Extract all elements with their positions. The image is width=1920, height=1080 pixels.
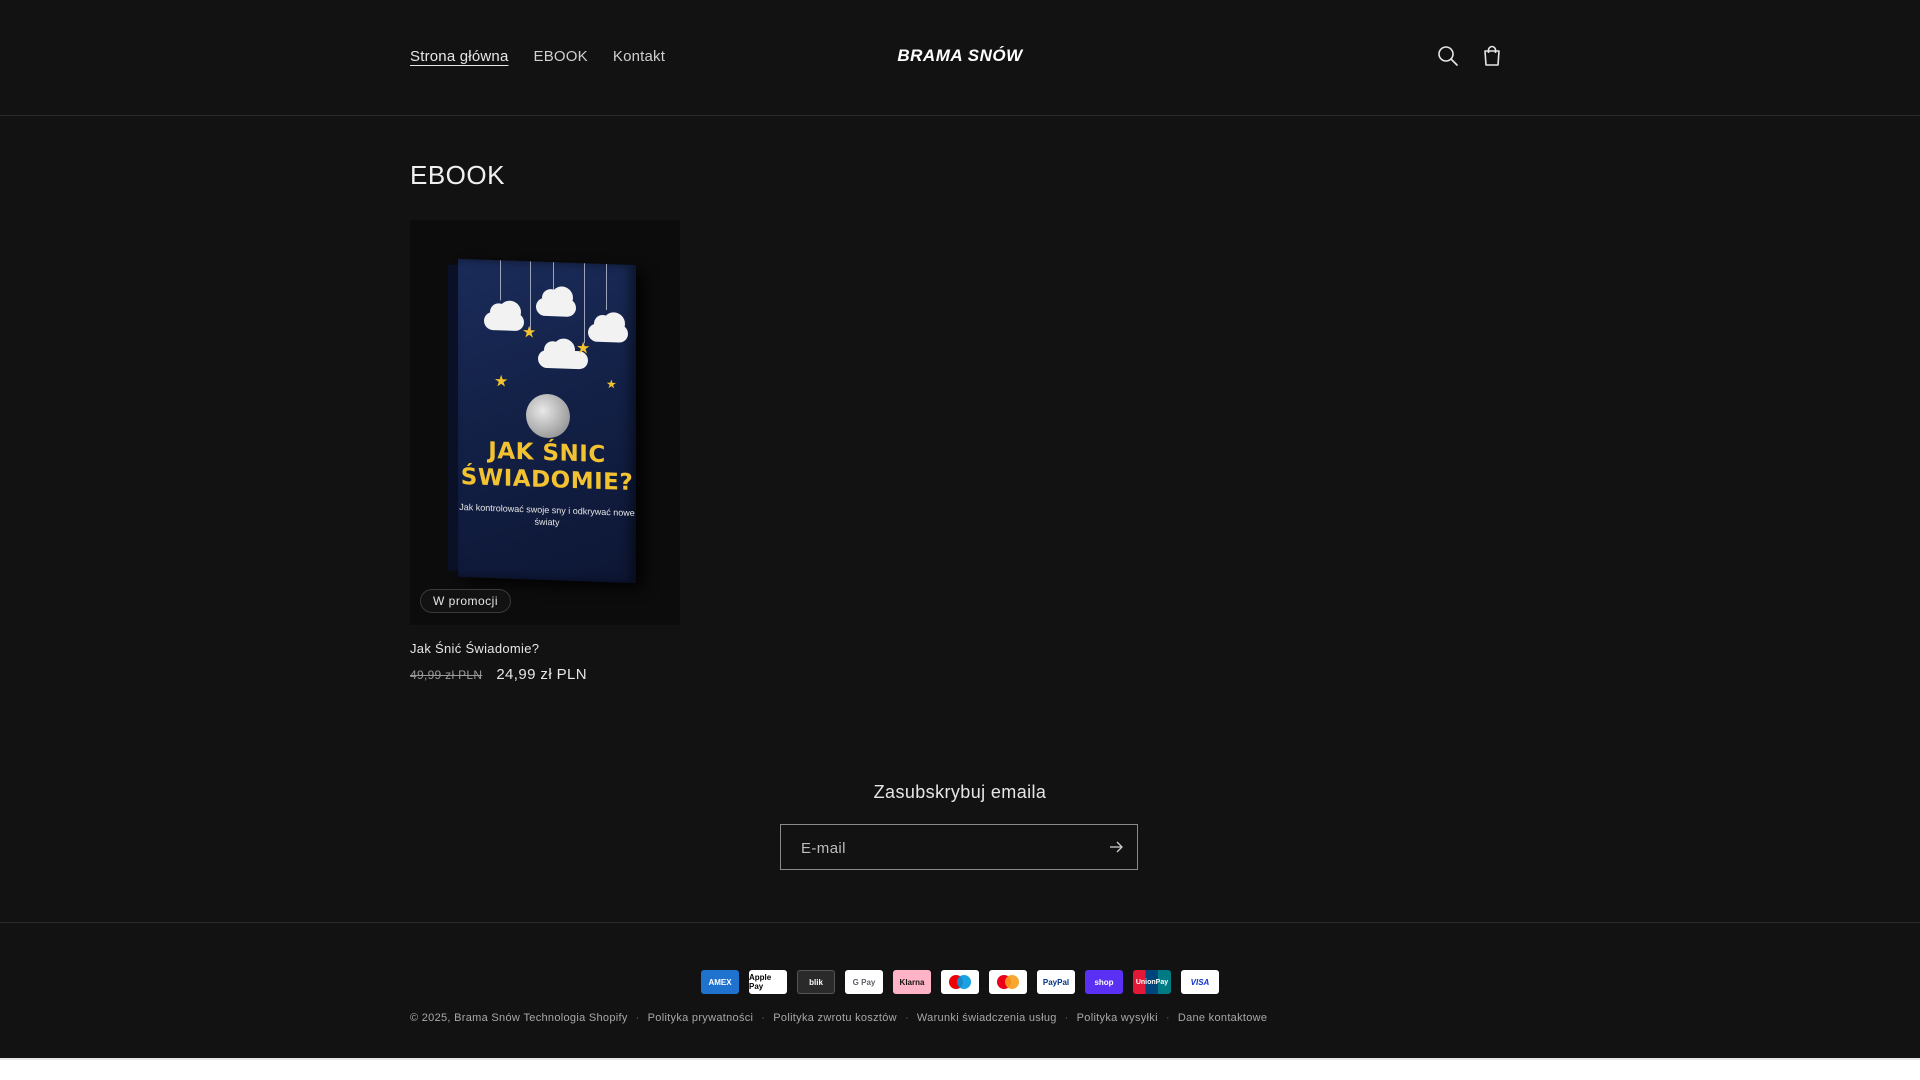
newsletter-title: Zasubskrybuj emaila [873, 782, 1047, 802]
site-header: Strona główna EBOOK Kontakt BRAMA SNÓW [0, 0, 1920, 116]
blik-icon: blik [797, 970, 835, 994]
book-cover-title: JAK ŚNIC ŚWIADOMIE? [460, 437, 634, 497]
book-cover-subtitle: Jak kontrolować swoje sny i odkrywać now… [459, 501, 635, 528]
cloud-icon [588, 323, 628, 343]
search-icon[interactable] [1434, 42, 1462, 70]
cloud-icon [536, 297, 576, 318]
email-input[interactable] [781, 825, 1103, 871]
sale-badge: W promocji [420, 589, 512, 613]
product-card[interactable]: ★ ★ ★ ★ JAK ŚNIC ŚWIADOMIE? Jak kontrolo… [410, 220, 680, 683]
maestro-icon [941, 970, 979, 994]
refund-policy-link[interactable]: Polityka zwrotu kosztów [773, 1012, 897, 1024]
store-logo[interactable]: BRAMA SNÓW [0, 46, 1920, 66]
visa-icon: VISA [1181, 970, 1219, 994]
star-icon: ★ [606, 377, 617, 392]
shipping-policy-link[interactable]: Polityka wysyłki [1077, 1012, 1158, 1024]
star-icon: ★ [494, 373, 509, 391]
copyright: © 2025, [410, 1012, 451, 1024]
powered-by-shopify[interactable]: Technologia Shopify [524, 1012, 628, 1024]
page-title: EBOOK [410, 160, 505, 190]
shop-pay-icon: shop [1085, 970, 1123, 994]
bottom-band [0, 1060, 1920, 1080]
amex-icon: AMEX [701, 970, 739, 994]
product-prices: 49,99 zł PLN 24,99 zł PLN [410, 666, 680, 683]
contact-info-link[interactable]: Dane kontaktowe [1178, 1012, 1268, 1024]
terms-link[interactable]: Warunki świadczenia usług [917, 1012, 1057, 1024]
book-cover: ★ ★ ★ ★ JAK ŚNIC ŚWIADOMIE? Jak kontrolo… [448, 258, 636, 584]
moon-icon [526, 393, 570, 439]
unionpay-icon: UnionPay [1133, 970, 1171, 994]
payment-icons: AMEX Apple Pay blik G Pay Klarna PayPal … [0, 970, 1920, 994]
old-price: 49,99 zł PLN [410, 668, 483, 682]
cart-icon[interactable] [1478, 42, 1506, 70]
star-icon: ★ [522, 324, 537, 342]
store-name-link[interactable]: Brama Snów [454, 1012, 520, 1024]
sale-price: 24,99 zł PLN [496, 666, 587, 683]
cloud-icon [484, 311, 524, 332]
privacy-policy-link[interactable]: Polityka prywatności [648, 1012, 754, 1024]
product-image[interactable]: ★ ★ ★ ★ JAK ŚNIC ŚWIADOMIE? Jak kontrolo… [410, 220, 680, 625]
newsletter-form [780, 824, 1138, 871]
google-pay-icon: G Pay [845, 970, 883, 994]
footer-divider [0, 922, 1920, 923]
product-name[interactable]: Jak Śnić Świadomie? [410, 641, 680, 656]
star-icon: ★ [576, 340, 591, 358]
apple-pay-icon: Apple Pay [749, 970, 787, 994]
footer-links: © 2025, Brama Snów Technologia Shopify ·… [410, 1012, 1268, 1024]
klarna-icon: Klarna [893, 970, 931, 994]
paypal-icon: PayPal [1037, 970, 1075, 994]
arrow-right-icon[interactable] [1107, 838, 1125, 856]
mastercard-icon [989, 970, 1027, 994]
